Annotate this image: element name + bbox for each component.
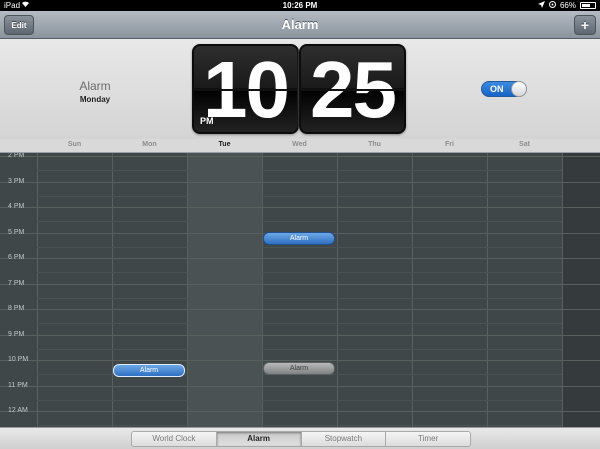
hour-label: 3 PM xyxy=(8,177,25,185)
day-label-fri: Fri xyxy=(445,141,454,148)
week-grid[interactable]: 2 PM 3 PM 4 PM 5 PM 6 PM 7 PM 8 PM 9 PM 10 PM 11 … xyxy=(0,153,600,427)
half-hour-line xyxy=(37,323,562,324)
hour-label: 11 PM xyxy=(8,381,28,389)
weekday-header: Sun Mon Tue Wed Thu Fri Sat xyxy=(0,139,600,153)
half-hour-line xyxy=(37,425,562,426)
hour-label: 12 AM xyxy=(8,407,28,414)
segmented-tabs: World Clock Alarm Stopwatch Timer xyxy=(131,431,471,447)
alarm-event[interactable]: Alarm xyxy=(113,363,185,377)
toggle-label: ON xyxy=(490,84,504,94)
hour-label: 9 PM xyxy=(8,330,25,338)
hour-label: 4 PM xyxy=(8,203,25,210)
hour-label: 6 PM xyxy=(8,254,25,261)
hour-row xyxy=(0,411,600,427)
rotation-lock-icon xyxy=(548,0,556,11)
day-label-thu: Thu xyxy=(368,141,381,148)
alarm-on-toggle[interactable]: ON xyxy=(481,81,527,97)
add-alarm-button[interactable]: + xyxy=(574,15,596,35)
half-hour-line xyxy=(37,399,562,401)
battery-icon xyxy=(580,2,596,9)
half-hour-line xyxy=(37,221,562,222)
half-hour-line xyxy=(37,348,562,350)
half-hour-line xyxy=(37,195,562,197)
status-bar: iPad 10:26 PM 66% xyxy=(0,0,600,11)
hour-row xyxy=(0,207,600,233)
hour-row xyxy=(0,258,600,284)
hour-label: 5 PM xyxy=(8,228,25,236)
day-label-sat: Sat xyxy=(519,141,530,148)
flip-divider xyxy=(301,89,404,91)
hour-row xyxy=(0,334,600,361)
tab-bar: World Clock Alarm Stopwatch Timer xyxy=(0,427,600,449)
hour-row xyxy=(0,283,600,310)
status-time: 10:26 PM xyxy=(282,1,318,10)
alarm-day: Monday xyxy=(79,95,111,104)
flip-divider xyxy=(194,89,297,91)
hour-label: 2 PM xyxy=(8,153,25,159)
tab-stopwatch[interactable]: Stopwatch xyxy=(301,432,387,446)
ampm-label: PM xyxy=(200,116,214,126)
alarm-detail-header: Alarm Monday 10 PM 25 ON xyxy=(0,39,600,139)
hour-flip-card[interactable]: 10 PM xyxy=(192,44,299,134)
hour-row xyxy=(0,156,600,182)
hour-label: 7 PM xyxy=(8,279,25,287)
day-label-mon: Mon xyxy=(142,141,157,148)
battery-percent: 66% xyxy=(559,1,576,10)
minute-flip-card[interactable]: 25 xyxy=(299,44,406,134)
hour-row xyxy=(0,385,600,412)
hour-row xyxy=(0,309,600,335)
alarm-info[interactable]: Alarm Monday xyxy=(60,79,130,104)
hour-label: 8 PM xyxy=(8,305,25,312)
alarm-event[interactable]: Alarm xyxy=(263,231,335,245)
half-hour-line xyxy=(37,170,562,171)
toggle-knob xyxy=(511,81,527,97)
day-label-wed: Wed xyxy=(292,141,307,148)
alarm-event[interactable]: Alarm xyxy=(263,361,335,375)
tab-timer[interactable]: Timer xyxy=(386,432,470,446)
status-right: 66% xyxy=(537,0,596,11)
half-hour-line xyxy=(37,272,562,273)
navigation-bar: Edit Alarm + xyxy=(0,11,600,39)
tab-alarm[interactable]: Alarm xyxy=(216,432,302,446)
alarm-name: Alarm xyxy=(79,79,111,93)
half-hour-line xyxy=(37,246,562,248)
day-label-tue: Tue xyxy=(218,141,231,148)
hour-row xyxy=(0,181,600,208)
page-title: Alarm xyxy=(281,17,319,32)
half-hour-line xyxy=(37,297,562,299)
day-label-sun: Sun xyxy=(67,141,82,148)
location-icon xyxy=(537,0,545,11)
hour-label: 10 PM xyxy=(8,356,29,363)
tab-world-clock[interactable]: World Clock xyxy=(132,432,217,446)
